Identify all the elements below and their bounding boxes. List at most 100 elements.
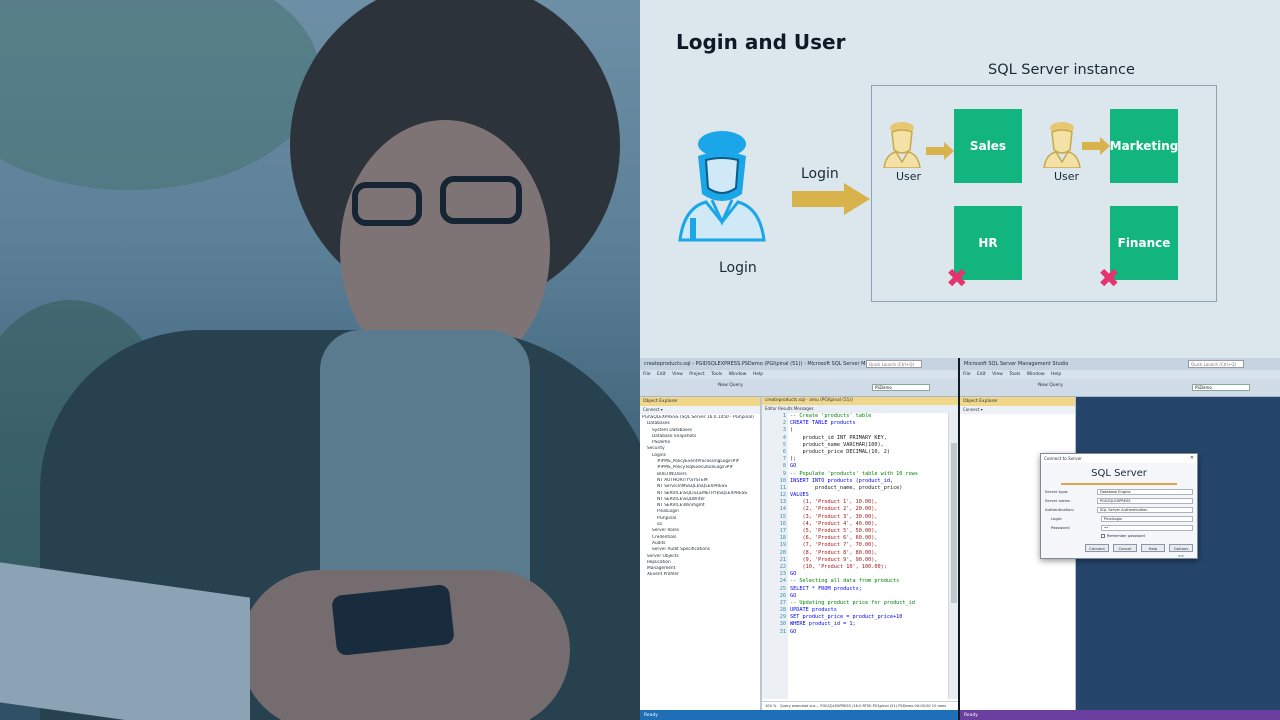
code-line[interactable]: ); [790, 456, 950, 463]
password-input[interactable]: •• [1101, 525, 1193, 531]
password-label: Password: [1051, 525, 1071, 530]
code-line[interactable]: (7, 'Product 7', 70.00), [790, 542, 950, 549]
code-line[interactable]: product_name, product_price) [790, 485, 950, 492]
main-toolbar: New Query PSDemo [960, 379, 1280, 397]
main-toolbar: New Query PSDemo [640, 379, 958, 397]
code-line[interactable]: GO [790, 629, 950, 636]
login-arrow-label: Login [801, 166, 839, 182]
connect-button[interactable]: Connect [1085, 544, 1109, 552]
menu-file[interactable]: File [643, 372, 651, 377]
menu-project[interactable]: Project [689, 372, 704, 377]
connect-button[interactable]: Connect ▾ [960, 406, 1075, 414]
code-line[interactable]: SET product_price = product_price+10 [790, 614, 950, 621]
line-number: 3 [782, 427, 786, 434]
line-number: 30 [779, 621, 786, 628]
checkbox-box[interactable] [1101, 534, 1105, 538]
ssms-window-query: createproducts.sql - PGIDSQLEXPRESS.PSDe… [640, 358, 958, 720]
editor-subtabs[interactable]: Editor Results Messages [762, 405, 958, 413]
line-number: 4 [782, 434, 786, 441]
code-line[interactable]: -- Selecting all data from products [790, 578, 950, 585]
code-line[interactable]: product_name VARCHAR(100), [790, 442, 950, 449]
code-line[interactable]: (10, 'Product 10', 100.00); [790, 564, 950, 571]
code-line[interactable]: WHERE product_id = 1; [790, 621, 950, 628]
code-line[interactable]: VALUES [790, 492, 950, 499]
line-number: 27 [779, 599, 786, 606]
code-line[interactable]: (9, 'Product 9', 90.00), [790, 557, 950, 564]
quick-launch-input[interactable]: Quick Launch (Ctrl+Q) [866, 360, 922, 368]
editor-tab[interactable]: createproducts.sql - amu (PGI\pinal (51)… [762, 397, 958, 405]
cancel-button[interactable]: Cancel [1113, 544, 1137, 552]
code-line[interactable]: -- Populate 'products' table with 10 row… [790, 471, 950, 478]
code-line[interactable]: (2, 'Product 2', 20.00), [790, 506, 950, 513]
options-button[interactable]: Options >> [1169, 544, 1193, 558]
server-type-label: Server type: [1045, 489, 1069, 494]
code-line[interactable]: (3, 'Product 3', 30.00), [790, 514, 950, 521]
remember-password-checkbox[interactable]: Remember password [1101, 533, 1145, 539]
code-line[interactable]: -- Create 'products' table [790, 413, 950, 420]
quick-launch-input[interactable]: Quick Launch (Ctrl+Q) [1188, 360, 1244, 368]
line-number: 26 [779, 592, 786, 599]
database-selector[interactable]: PSDemo [872, 384, 930, 391]
login-arrow-icon [792, 183, 870, 215]
code-line[interactable]: INSERT INTO products (product_id, [790, 478, 950, 485]
slide-title: Login and User [676, 30, 846, 54]
server-name-label: Server name: [1045, 498, 1071, 503]
menu-view[interactable]: View [672, 372, 683, 377]
line-number: 20 [779, 549, 786, 556]
close-icon[interactable]: ✕ [1190, 455, 1194, 461]
menu-file[interactable]: File [963, 372, 971, 377]
login-input[interactable]: PinalLogin [1101, 516, 1193, 522]
concept-slide: Login and User SQL Server instance Login… [640, 0, 1280, 358]
code-line[interactable]: product_id INT PRIMARY KEY, [790, 435, 950, 442]
status-ready: Ready [644, 713, 658, 718]
tree-node[interactable]: NT SERVICE\SQLTELEMETRY$SQLEXPRESS [642, 491, 758, 497]
server-type-select[interactable]: Database Engine [1097, 489, 1193, 495]
code-line[interactable]: -- Updating product price for product_id [790, 600, 950, 607]
code-line[interactable]: (8, 'Product 8', 80.00), [790, 550, 950, 557]
line-number: 18 [779, 535, 786, 542]
server-name-select[interactable]: PGI\SQLEXPRESS [1097, 498, 1193, 504]
code-line[interactable]: UPDATE products [790, 607, 950, 614]
code-line[interactable]: ( [790, 427, 950, 434]
menu-view[interactable]: View [992, 372, 1003, 377]
remember-password-label: Remember password [1107, 534, 1145, 538]
code-line[interactable]: GO [790, 463, 950, 470]
code-line[interactable]: GO [790, 571, 950, 578]
menu-tools[interactable]: Tools [711, 372, 722, 377]
code-area[interactable]: 1 2 3 4 5 6 7 8 9 10 11 12 13 14 15 16 17 18 19 20 21 22 23 24 2… [762, 413, 949, 699]
authentication-select[interactable]: SQL Server Authentication [1097, 507, 1193, 513]
user-arrow-icon [926, 142, 954, 160]
line-number: 5 [782, 441, 786, 448]
help-button[interactable]: Help [1141, 544, 1165, 552]
menu-edit[interactable]: Edit [657, 372, 666, 377]
database-selector[interactable]: PSDemo [1192, 384, 1250, 391]
code-line[interactable]: (5, 'Product 5', 50.00), [790, 528, 950, 535]
menu-bar: File Edit View Tools Window Help [960, 370, 1280, 379]
code-line[interactable]: CREATE TABLE products [790, 420, 950, 427]
menu-edit[interactable]: Edit [977, 372, 986, 377]
scrollbar-thumb[interactable] [951, 443, 957, 603]
line-number: 21 [779, 556, 786, 563]
status-bar: Ready [640, 710, 958, 720]
zoom-level[interactable]: 100 % [765, 704, 776, 708]
new-query-button[interactable]: New Query [718, 383, 743, 388]
code-line[interactable]: (4, 'Product 4', 40.00), [790, 521, 950, 528]
code-lines[interactable]: -- Create 'products' table CREATE TABLE p… [790, 413, 950, 636]
menu-window[interactable]: Window [729, 372, 747, 377]
vertical-scrollbar[interactable] [948, 413, 958, 699]
database-marketing: Marketing [1110, 109, 1178, 183]
denied-x-icon: ✖ [1098, 264, 1120, 294]
menu-help[interactable]: Help [753, 372, 763, 377]
menu-help[interactable]: Help [1051, 372, 1061, 377]
code-line[interactable]: SELECT * FROM products; [790, 586, 950, 593]
new-query-button[interactable]: New Query [1038, 383, 1063, 388]
code-line[interactable]: (1, 'Product 1', 10.00), [790, 499, 950, 506]
object-explorer-title: Object Explorer [640, 397, 760, 406]
code-line[interactable]: (6, 'Product 6', 60.00), [790, 535, 950, 542]
menu-window[interactable]: Window [1027, 372, 1045, 377]
tree-node[interactable]: XEvent Profiler [642, 572, 758, 578]
code-line[interactable]: GO [790, 593, 950, 600]
code-line[interactable]: product_price DECIMAL(10, 2) [790, 449, 950, 456]
connect-button[interactable]: Connect ▾ [640, 406, 760, 414]
menu-tools[interactable]: Tools [1009, 372, 1020, 377]
